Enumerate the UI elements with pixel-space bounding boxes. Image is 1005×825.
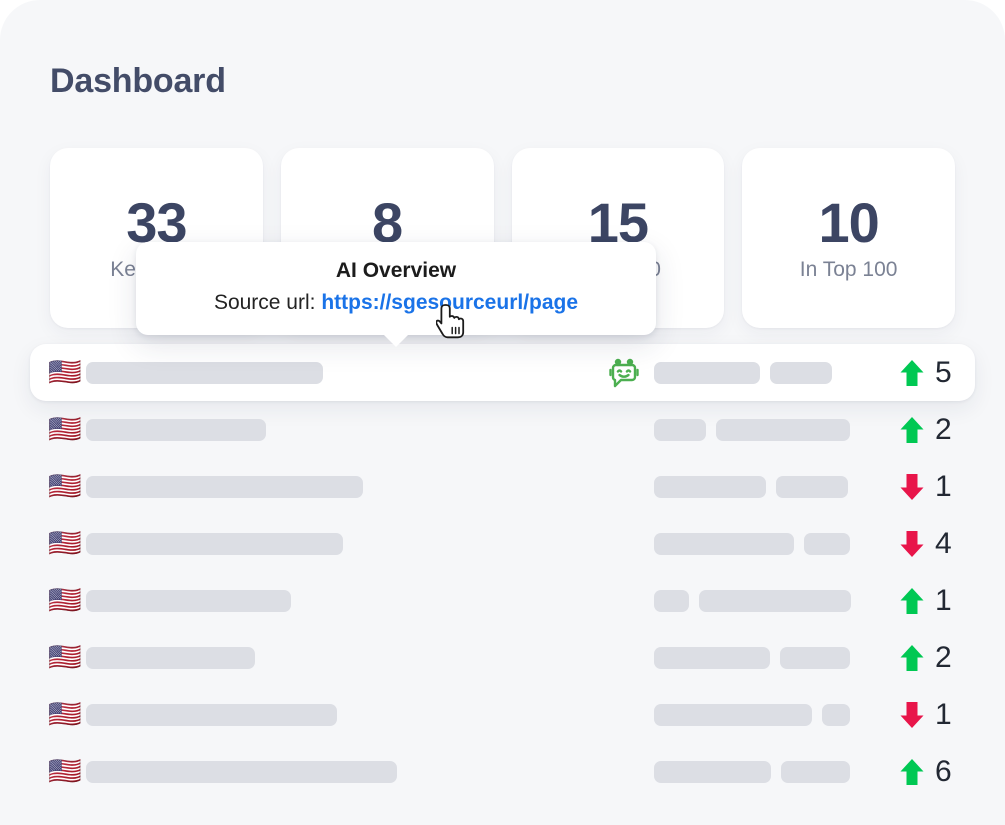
keyword-row[interactable]: 🇺🇸 5: [30, 344, 975, 401]
dashboard-app-shell: Dashboard 33Keywords8In Top 315In Top 10…: [0, 0, 1005, 825]
country-flag-icon: 🇺🇸: [48, 644, 86, 671]
metric-placeholder-bar: [654, 647, 770, 669]
rank-change-cell: 1: [869, 700, 955, 730]
keyword-row[interactable]: 🇺🇸 1: [30, 458, 975, 515]
keyword-placeholder-bar: [86, 590, 291, 612]
metric-placeholder-bar: [781, 761, 850, 783]
keyword-cell: [86, 362, 594, 384]
rank-change-cell: 6: [869, 757, 955, 787]
keyword-cell: [86, 704, 594, 726]
country-flag-icon: 🇺🇸: [48, 758, 86, 785]
rank-change-cell: 1: [869, 586, 955, 616]
keyword-row[interactable]: 🇺🇸 6: [30, 743, 975, 800]
keyword-placeholder-bar: [86, 761, 397, 783]
arrow-up-icon: [899, 415, 925, 445]
metric-placeholder-bar: [770, 362, 832, 384]
metrics-cell: [654, 533, 869, 555]
keyword-row[interactable]: 🇺🇸 1: [30, 686, 975, 743]
country-flag-icon: 🇺🇸: [48, 359, 86, 386]
metric-placeholder-bar: [776, 476, 848, 498]
rank-change-cell: 4: [869, 529, 955, 559]
keyword-placeholder-bar: [86, 647, 255, 669]
metric-placeholder-bar: [654, 704, 812, 726]
keyword-placeholder-bar: [86, 476, 363, 498]
stat-card-label: In Top 100: [800, 257, 898, 282]
rank-change-value: 4: [935, 529, 955, 559]
arrow-down-icon: [899, 472, 925, 502]
keyword-cell: [86, 476, 594, 498]
stat-card-value: 10: [818, 194, 878, 253]
arrow-up-icon: [899, 358, 925, 388]
arrow-up-icon: [899, 643, 925, 673]
keyword-row[interactable]: 🇺🇸 4: [30, 515, 975, 572]
country-flag-icon: 🇺🇸: [48, 587, 86, 614]
tooltip-title: AI Overview: [154, 256, 638, 285]
keyword-row[interactable]: 🇺🇸 2: [30, 629, 975, 686]
rank-change-value: 1: [935, 472, 955, 502]
metric-placeholder-bar: [780, 647, 850, 669]
keyword-rows-list: 🇺🇸 5 🇺🇸 2 🇺🇸 1 🇺🇸 4 🇺🇸 1 🇺🇸 2 🇺🇸 1 🇺🇸 6: [30, 344, 975, 800]
metrics-cell: [654, 362, 869, 384]
country-flag-icon: 🇺🇸: [48, 416, 86, 443]
country-flag-icon: 🇺🇸: [48, 530, 86, 557]
metric-placeholder-bar: [654, 590, 689, 612]
rank-change-value: 5: [935, 358, 955, 388]
rank-change-value: 2: [935, 643, 955, 673]
metrics-cell: [654, 647, 869, 669]
metric-placeholder-bar: [804, 533, 850, 555]
tooltip-source-url-link[interactable]: https://sgesourceurl/page: [321, 291, 578, 314]
keyword-cell: [86, 533, 594, 555]
metrics-cell: [654, 419, 869, 441]
tooltip-source-label: Source url:: [214, 291, 316, 314]
metrics-cell: [654, 704, 869, 726]
arrow-down-icon: [899, 529, 925, 559]
ai-overview-bot-icon[interactable]: [594, 353, 654, 393]
page-title: Dashboard: [50, 62, 226, 101]
arrow-down-icon: [899, 700, 925, 730]
arrow-up-icon: [899, 586, 925, 616]
metric-placeholder-bar: [716, 419, 850, 441]
rank-change-cell: 5: [869, 358, 955, 388]
keyword-cell: [86, 590, 594, 612]
arrow-up-icon: [899, 757, 925, 787]
rank-change-value: 2: [935, 415, 955, 445]
keyword-placeholder-bar: [86, 704, 337, 726]
metrics-cell: [654, 761, 869, 783]
metric-placeholder-bar: [822, 704, 850, 726]
metrics-cell: [654, 590, 869, 612]
metrics-cell: [654, 476, 869, 498]
rank-change-value: 1: [935, 586, 955, 616]
stat-card[interactable]: 10 In Top 100: [742, 148, 955, 328]
metric-placeholder-bar: [654, 761, 771, 783]
keyword-placeholder-bar: [86, 419, 266, 441]
keyword-row[interactable]: 🇺🇸 2: [30, 401, 975, 458]
metric-placeholder-bar: [654, 476, 766, 498]
keyword-row[interactable]: 🇺🇸 1: [30, 572, 975, 629]
metric-placeholder-bar: [699, 590, 851, 612]
keyword-placeholder-bar: [86, 362, 323, 384]
rank-change-cell: 2: [869, 643, 955, 673]
metric-placeholder-bar: [654, 533, 794, 555]
country-flag-icon: 🇺🇸: [48, 473, 86, 500]
rank-change-cell: 1: [869, 472, 955, 502]
metric-placeholder-bar: [654, 419, 706, 441]
rank-change-value: 1: [935, 700, 955, 730]
metric-placeholder-bar: [654, 362, 760, 384]
ai-overview-tooltip: AI Overview Source url: https://sgesourc…: [136, 242, 656, 335]
rank-change-cell: 2: [869, 415, 955, 445]
keyword-placeholder-bar: [86, 533, 343, 555]
keyword-cell: [86, 419, 594, 441]
keyword-cell: [86, 647, 594, 669]
country-flag-icon: 🇺🇸: [48, 701, 86, 728]
rank-change-value: 6: [935, 757, 955, 787]
tooltip-source-line: Source url: https://sgesourceurl/page: [154, 287, 638, 319]
keyword-cell: [86, 761, 594, 783]
